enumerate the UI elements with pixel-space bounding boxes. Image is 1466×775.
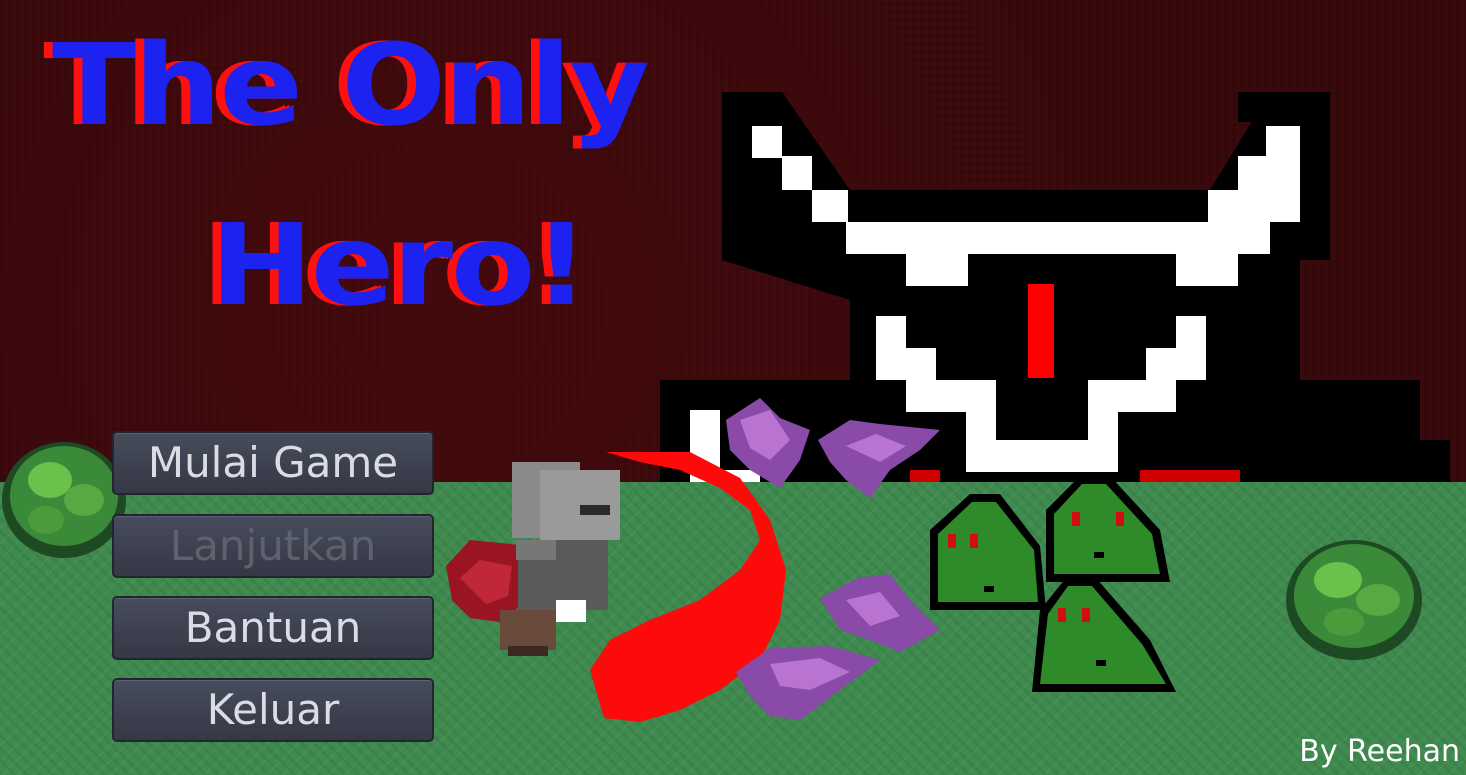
hero-knight-sprite <box>446 462 620 656</box>
game-title-line-1: The Only <box>52 21 650 151</box>
game-title-line-2: Hero! <box>210 201 589 331</box>
author-credit: By Reehan <box>1299 734 1460 769</box>
start-game-button[interactable]: Mulai Game <box>112 431 434 495</box>
continue-button[interactable]: Lanjutkan <box>112 514 434 578</box>
game-title-screen: The Only Hero! Mulai Game Lanjutkan Bant… <box>0 0 1466 775</box>
bush-decoration-left <box>2 442 126 558</box>
help-button[interactable]: Bantuan <box>112 596 434 660</box>
slime-enemy-sprites <box>930 476 1176 692</box>
quit-button[interactable]: Keluar <box>112 678 434 742</box>
bush-decoration-right <box>1286 540 1422 660</box>
